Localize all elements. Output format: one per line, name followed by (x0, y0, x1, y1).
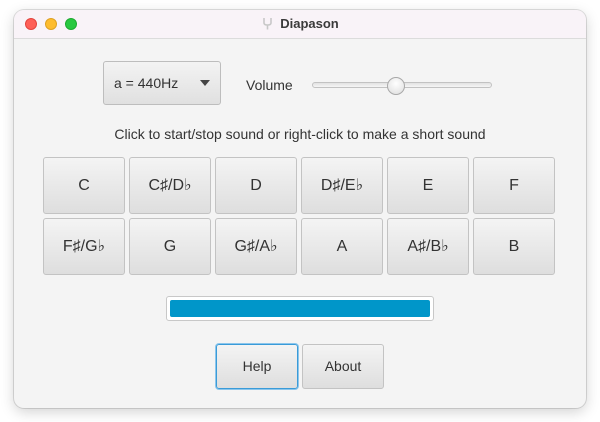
note-button-c-sharp[interactable]: C♯/D♭ (129, 157, 211, 214)
progress-bar (166, 296, 434, 321)
note-button-f-sharp[interactable]: F♯/G♭ (43, 218, 125, 275)
note-button-g[interactable]: G (129, 218, 211, 275)
progress-fill (170, 300, 430, 317)
note-button-d[interactable]: D (215, 157, 297, 214)
pitch-select[interactable]: a = 440Hz (103, 61, 221, 105)
note-button-a-sharp[interactable]: A♯/B♭ (387, 218, 469, 275)
note-button-d-sharp[interactable]: D♯/E♭ (301, 157, 383, 214)
window-title-wrap: Diapason (14, 10, 586, 38)
note-button-e[interactable]: E (387, 157, 469, 214)
note-button-b[interactable]: B (473, 218, 555, 275)
app-window: Diapason a = 440Hz Volume Click to start… (14, 10, 586, 408)
help-button[interactable]: Help (216, 344, 298, 389)
about-button[interactable]: About (302, 344, 384, 389)
note-button-g-sharp[interactable]: G♯/A♭ (215, 218, 297, 275)
note-button-f[interactable]: F (473, 157, 555, 214)
note-button-c[interactable]: C (43, 157, 125, 214)
volume-slider-thumb[interactable] (386, 77, 405, 95)
tuning-fork-icon (263, 18, 273, 30)
instructions-text: Click to start/stop sound or right-click… (114, 126, 486, 142)
volume-label: Volume (246, 77, 293, 93)
window-title: Diapason (280, 16, 339, 31)
pitch-select-value: a = 440Hz (114, 75, 179, 91)
title-bar: Diapason (14, 10, 586, 39)
chevron-down-icon (200, 80, 210, 86)
note-button-a[interactable]: A (301, 218, 383, 275)
